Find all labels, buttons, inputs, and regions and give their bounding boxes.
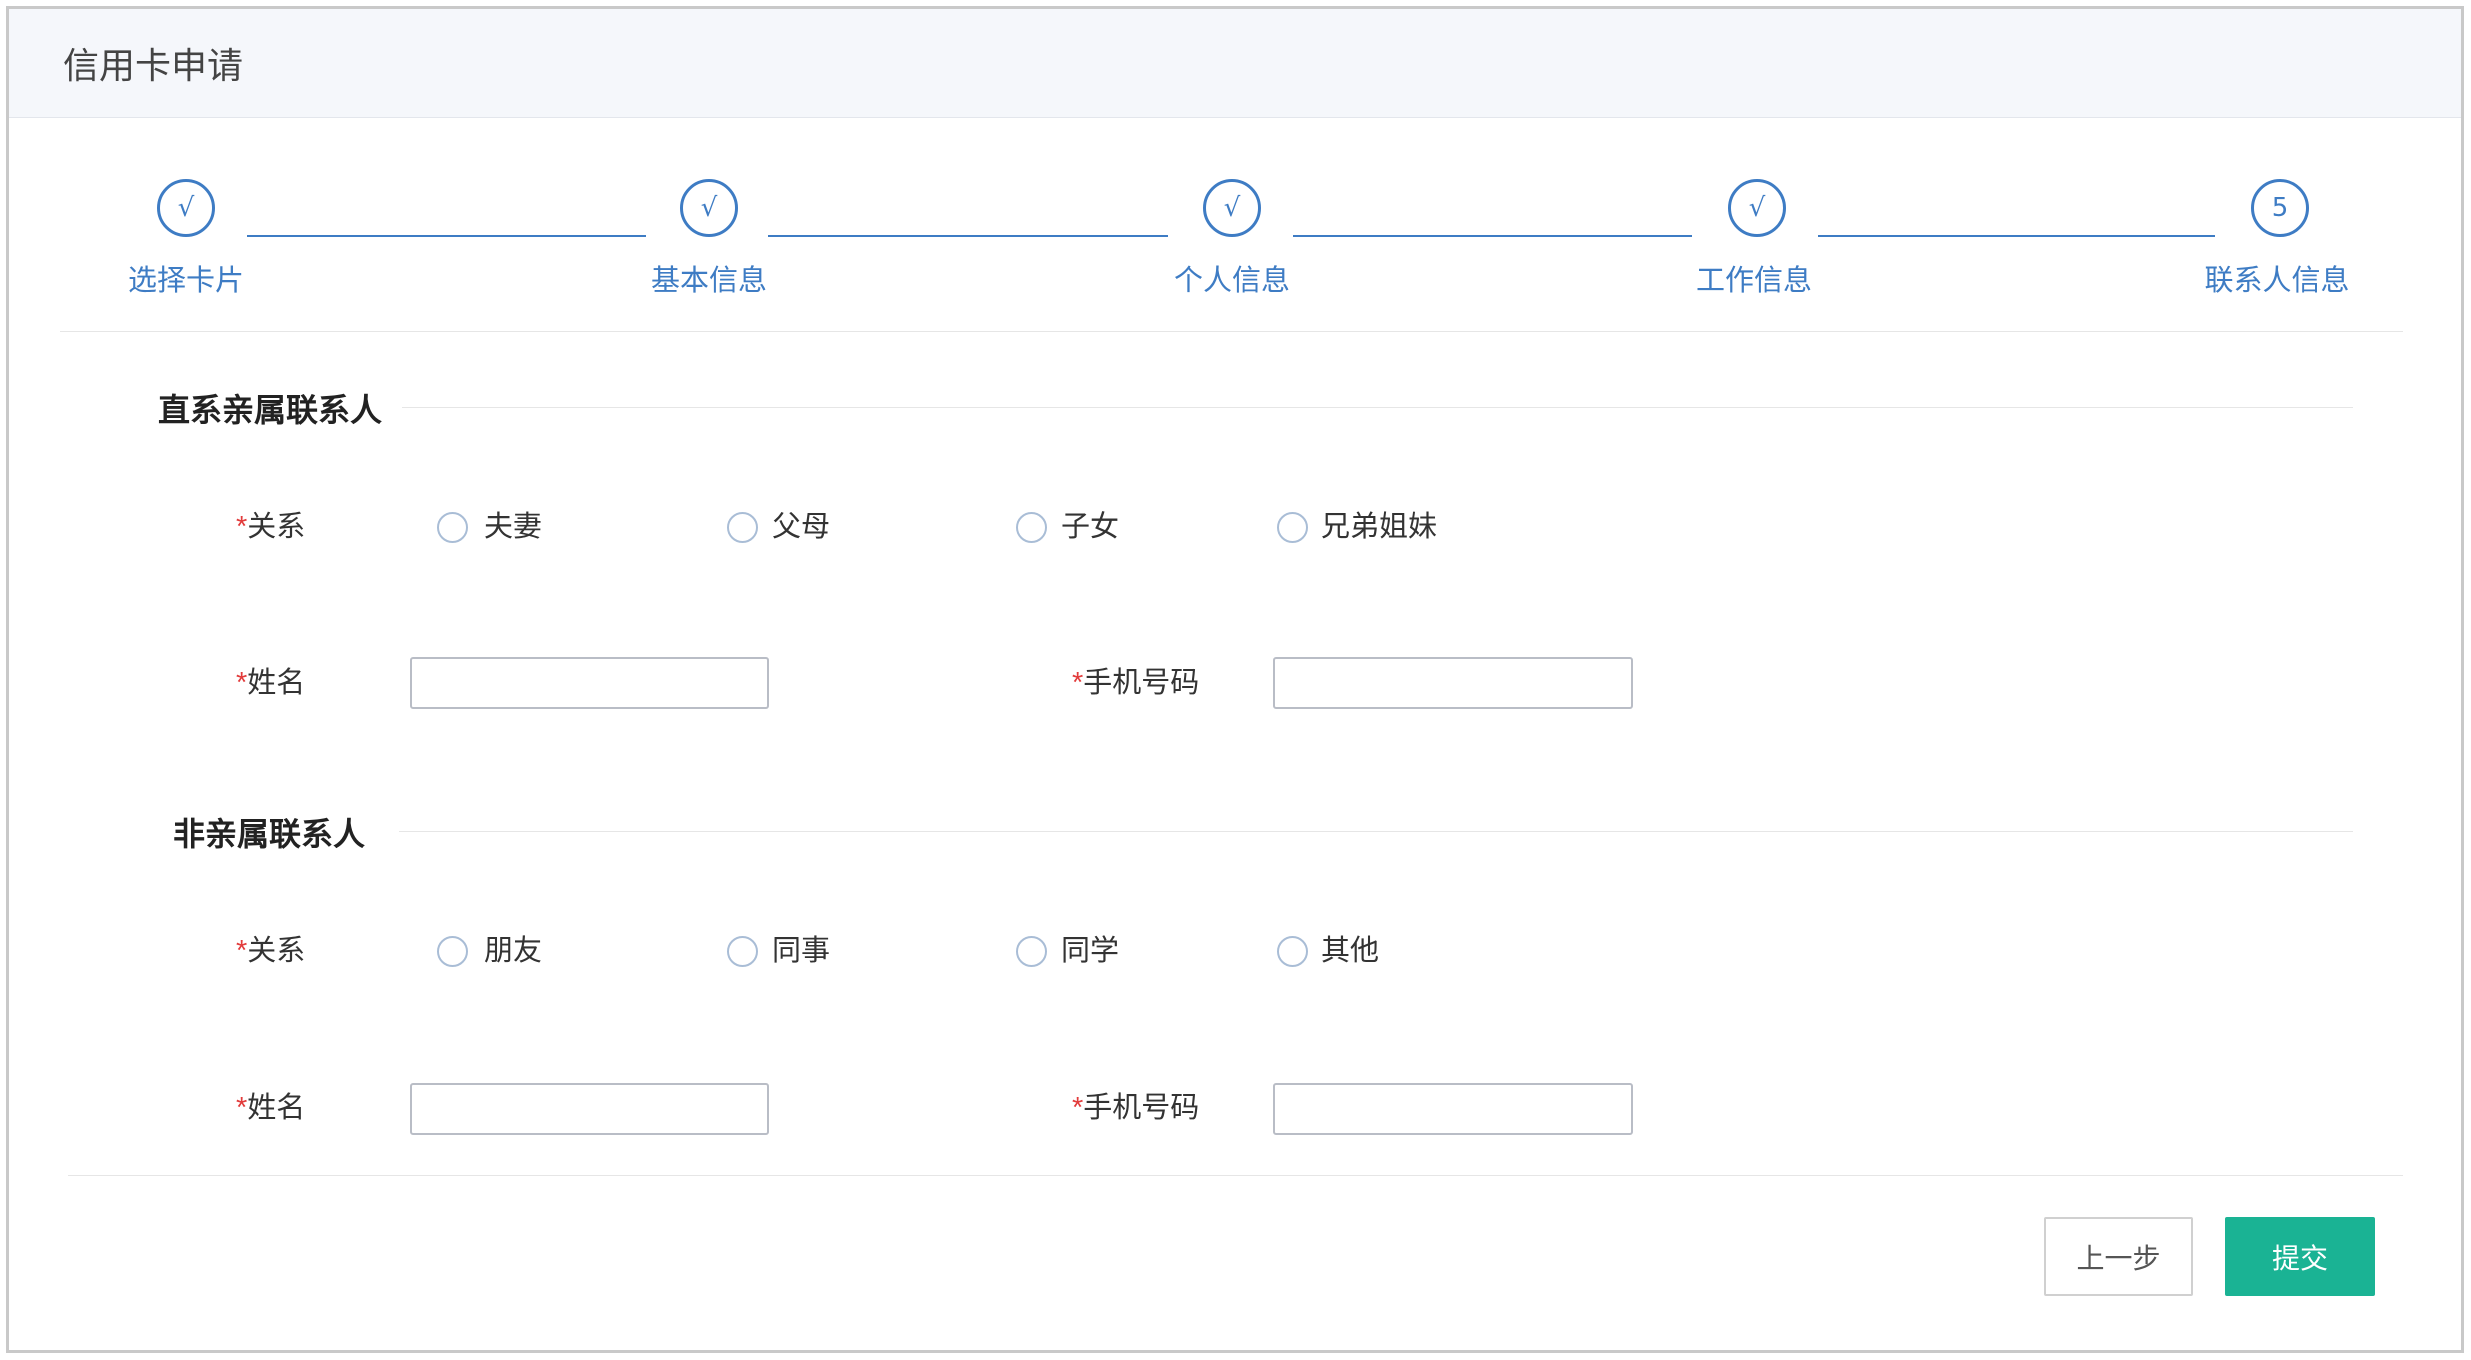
radio-label-classmate[interactable]: 同学 [1061, 931, 1119, 971]
name-label-text: 姓名 [247, 667, 306, 699]
step-connector [1818, 235, 2215, 237]
radio-children[interactable] [1016, 512, 1047, 543]
relation-label-text: 关系 [247, 511, 306, 543]
step-connector [247, 235, 646, 237]
check-icon: √ [680, 179, 738, 237]
submit-button[interactable]: 提交 [2225, 1217, 2375, 1296]
page-title: 信用卡申请 [63, 45, 244, 86]
nonfamily-phone-input[interactable] [1273, 1083, 1633, 1135]
radio-label-other[interactable]: 其他 [1321, 931, 1379, 971]
check-icon: √ [1203, 179, 1261, 237]
radio-classmate[interactable] [1016, 936, 1047, 967]
required-mark: * [236, 935, 248, 967]
step-label-personal-info: 个人信息 [1173, 265, 1290, 297]
radio-label-parents[interactable]: 父母 [772, 507, 830, 547]
section-rule [399, 831, 2353, 832]
required-mark: * [236, 1092, 248, 1124]
prev-step-button[interactable]: 上一步 [2044, 1217, 2193, 1296]
check-icon: √ [157, 179, 215, 237]
step-label-contact-info: 联系人信息 [2204, 265, 2350, 297]
stepper-divider [60, 331, 2403, 332]
phone-label: *手机号码 [1072, 663, 1199, 703]
phone-label-text: 手机号码 [1083, 667, 1200, 699]
required-mark: * [236, 511, 248, 543]
section-title-family: 直系亲属联系人 [158, 392, 383, 428]
required-mark: * [1072, 1092, 1084, 1124]
radio-label-friend[interactable]: 朋友 [484, 931, 542, 971]
phone-label: *手机号码 [1072, 1088, 1199, 1128]
nonfamily-name-input[interactable] [410, 1083, 769, 1135]
radio-label-siblings[interactable]: 兄弟姐妹 [1321, 507, 1437, 547]
footer-divider [68, 1175, 2403, 1176]
step-label-work-info: 工作信息 [1695, 265, 1812, 297]
radio-parents[interactable] [727, 512, 758, 543]
family-name-input[interactable] [410, 657, 769, 709]
radio-label-spouse[interactable]: 夫妻 [484, 507, 542, 547]
name-label: *姓名 [236, 663, 305, 703]
radio-label-children[interactable]: 子女 [1061, 507, 1119, 547]
window-header [9, 9, 2461, 118]
name-label-text: 姓名 [247, 1092, 306, 1124]
relation-label: *关系 [236, 931, 305, 971]
radio-colleague[interactable] [727, 936, 758, 967]
step-label-select-card: 选择卡片 [127, 265, 244, 297]
radio-friend[interactable] [437, 936, 468, 967]
radio-siblings[interactable] [1277, 512, 1308, 543]
required-mark: * [236, 667, 248, 699]
name-label: *姓名 [236, 1088, 305, 1128]
relation-label-text: 关系 [247, 935, 306, 967]
radio-label-colleague[interactable]: 同事 [772, 931, 830, 971]
step-label-basic-info: 基本信息 [650, 265, 767, 297]
required-mark: * [1072, 667, 1084, 699]
family-phone-input[interactable] [1273, 657, 1633, 709]
radio-spouse[interactable] [437, 512, 468, 543]
step-connector [768, 235, 1168, 237]
relation-label: *关系 [236, 507, 305, 547]
phone-label-text: 手机号码 [1083, 1092, 1200, 1124]
section-title-nonfamily: 非亲属联系人 [173, 816, 366, 852]
check-icon: √ [1728, 179, 1786, 237]
step-connector [1293, 235, 1692, 237]
radio-other[interactable] [1277, 936, 1308, 967]
step-number: 5 [2251, 179, 2309, 237]
section-rule [402, 407, 2353, 408]
